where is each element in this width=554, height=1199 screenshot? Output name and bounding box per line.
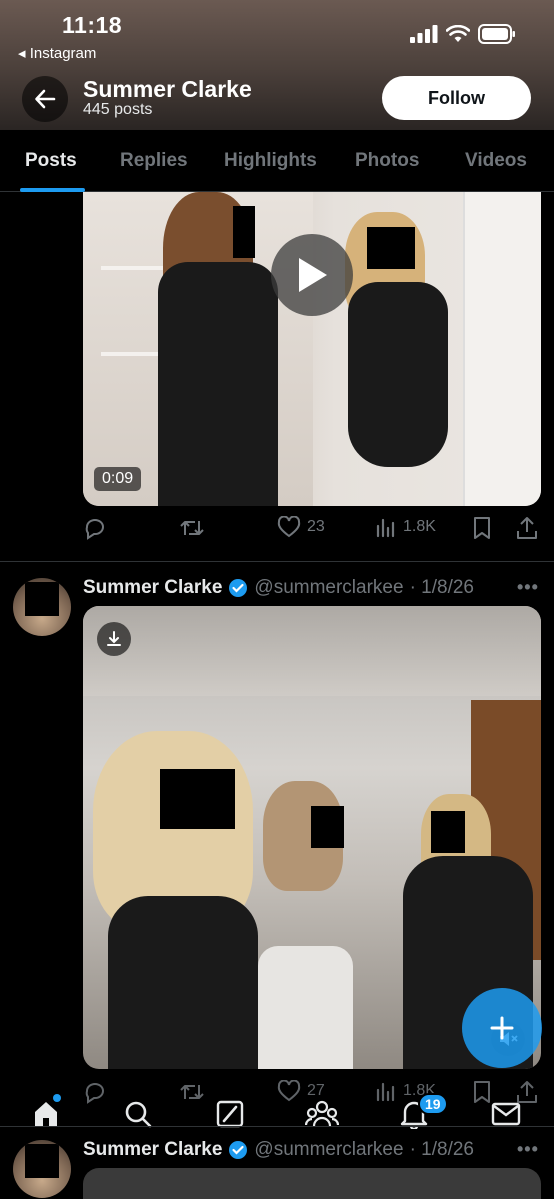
retweet-button[interactable] [179,516,205,540]
post-header: Summer Clarke @summerclarkee · 1/8/26 [83,577,474,599]
profile-name: Summer Clarke [83,76,252,102]
post-handle[interactable]: @summerclarkee [254,1139,403,1161]
avatar[interactable] [13,578,71,636]
status-icons [410,24,516,44]
profile-header: 11:18 ◂ Instagram Summer Clarke 445 post… [0,0,554,130]
shelf [101,352,163,356]
play-icon [299,258,327,292]
play-button[interactable] [271,234,353,316]
back-arrow-icon [35,89,56,109]
bottom-nav [0,1092,554,1136]
profile-tabs: Posts Replies Highlights Photos Videos [0,130,554,192]
tab-highlights[interactable]: Highlights [224,150,317,172]
post-actions: 23 1.8K [83,516,541,546]
redaction-box [431,811,465,853]
nav-communities[interactable] [300,1092,344,1136]
download-icon [107,631,121,646]
tab-photos[interactable]: Photos [355,150,419,172]
post-header: Summer Clarke @summerclarkee · 1/8/26 [83,1139,474,1161]
post-count: 445 posts [83,101,153,118]
bookmark-icon [474,517,490,539]
search-icon [125,1101,152,1128]
tab-videos[interactable]: Videos [465,150,527,172]
post-video[interactable]: 0:09 [83,192,541,506]
person [158,262,278,506]
shelf [101,266,163,270]
nav-search[interactable] [116,1092,160,1136]
nav-grok[interactable] [208,1092,252,1136]
compose-button[interactable] [462,988,542,1068]
like-button[interactable]: 23 [277,516,325,538]
home-unread-dot [53,1094,61,1102]
more-icon[interactable]: ••• [517,1139,539,1160]
post-media[interactable] [83,1168,541,1199]
compose-icon [490,1016,514,1040]
nav-messages[interactable] [484,1092,528,1136]
redaction-box [311,806,344,848]
verified-icon [229,579,248,597]
video-duration: 0:09 [94,467,142,491]
signal-icon [410,25,438,43]
post-handle[interactable]: @summerclarkee [254,577,403,599]
grok-icon [216,1100,244,1128]
share-icon [517,517,537,539]
post-divider [0,1126,554,1127]
wifi-icon [446,25,470,42]
more-icon[interactable]: ••• [517,577,539,598]
post-divider [0,561,554,562]
heart-icon [277,516,301,538]
battery-icon [478,24,515,44]
verified-icon [229,1141,248,1159]
redaction-box [160,769,235,829]
home-icon [35,1102,57,1126]
follow-button[interactable]: Follow [382,76,531,120]
door [463,192,541,506]
mail-icon [491,1102,521,1126]
redaction-box [25,582,59,616]
avatar[interactable] [13,1140,71,1198]
tab-posts[interactable]: Posts [25,150,77,172]
download-button[interactable] [97,622,131,656]
back-to-instagram-link[interactable]: ◂ Instagram [18,44,96,62]
redaction-box [25,1144,59,1178]
redaction-box [367,227,415,269]
person [348,282,448,467]
views-button[interactable]: 1.8K [375,516,436,538]
back-button[interactable] [22,76,68,122]
redaction-box [233,206,255,258]
status-time: 11:18 [62,12,123,38]
bookmark-button[interactable] [472,516,492,540]
reply-button[interactable] [83,516,107,540]
post-author[interactable]: Summer Clarke [83,1139,222,1161]
views-icon [376,518,395,538]
person [258,946,353,1069]
share-button[interactable] [516,516,538,540]
active-tab-indicator [20,188,85,192]
view-count: 1.8K [403,518,436,535]
nav-home[interactable] [24,1092,68,1136]
reply-icon [85,519,104,540]
tab-replies[interactable]: Replies [120,150,188,172]
video-background [83,606,541,696]
like-count: 23 [307,518,325,535]
person [108,896,258,1069]
communities-icon [305,1100,339,1127]
post-author[interactable]: Summer Clarke [83,577,222,599]
post-date: · 1/8/26 [409,577,474,598]
retweet-icon [180,521,204,535]
notifications-badge: 19 [418,1093,448,1115]
post-date: · 1/8/26 [409,1139,474,1160]
